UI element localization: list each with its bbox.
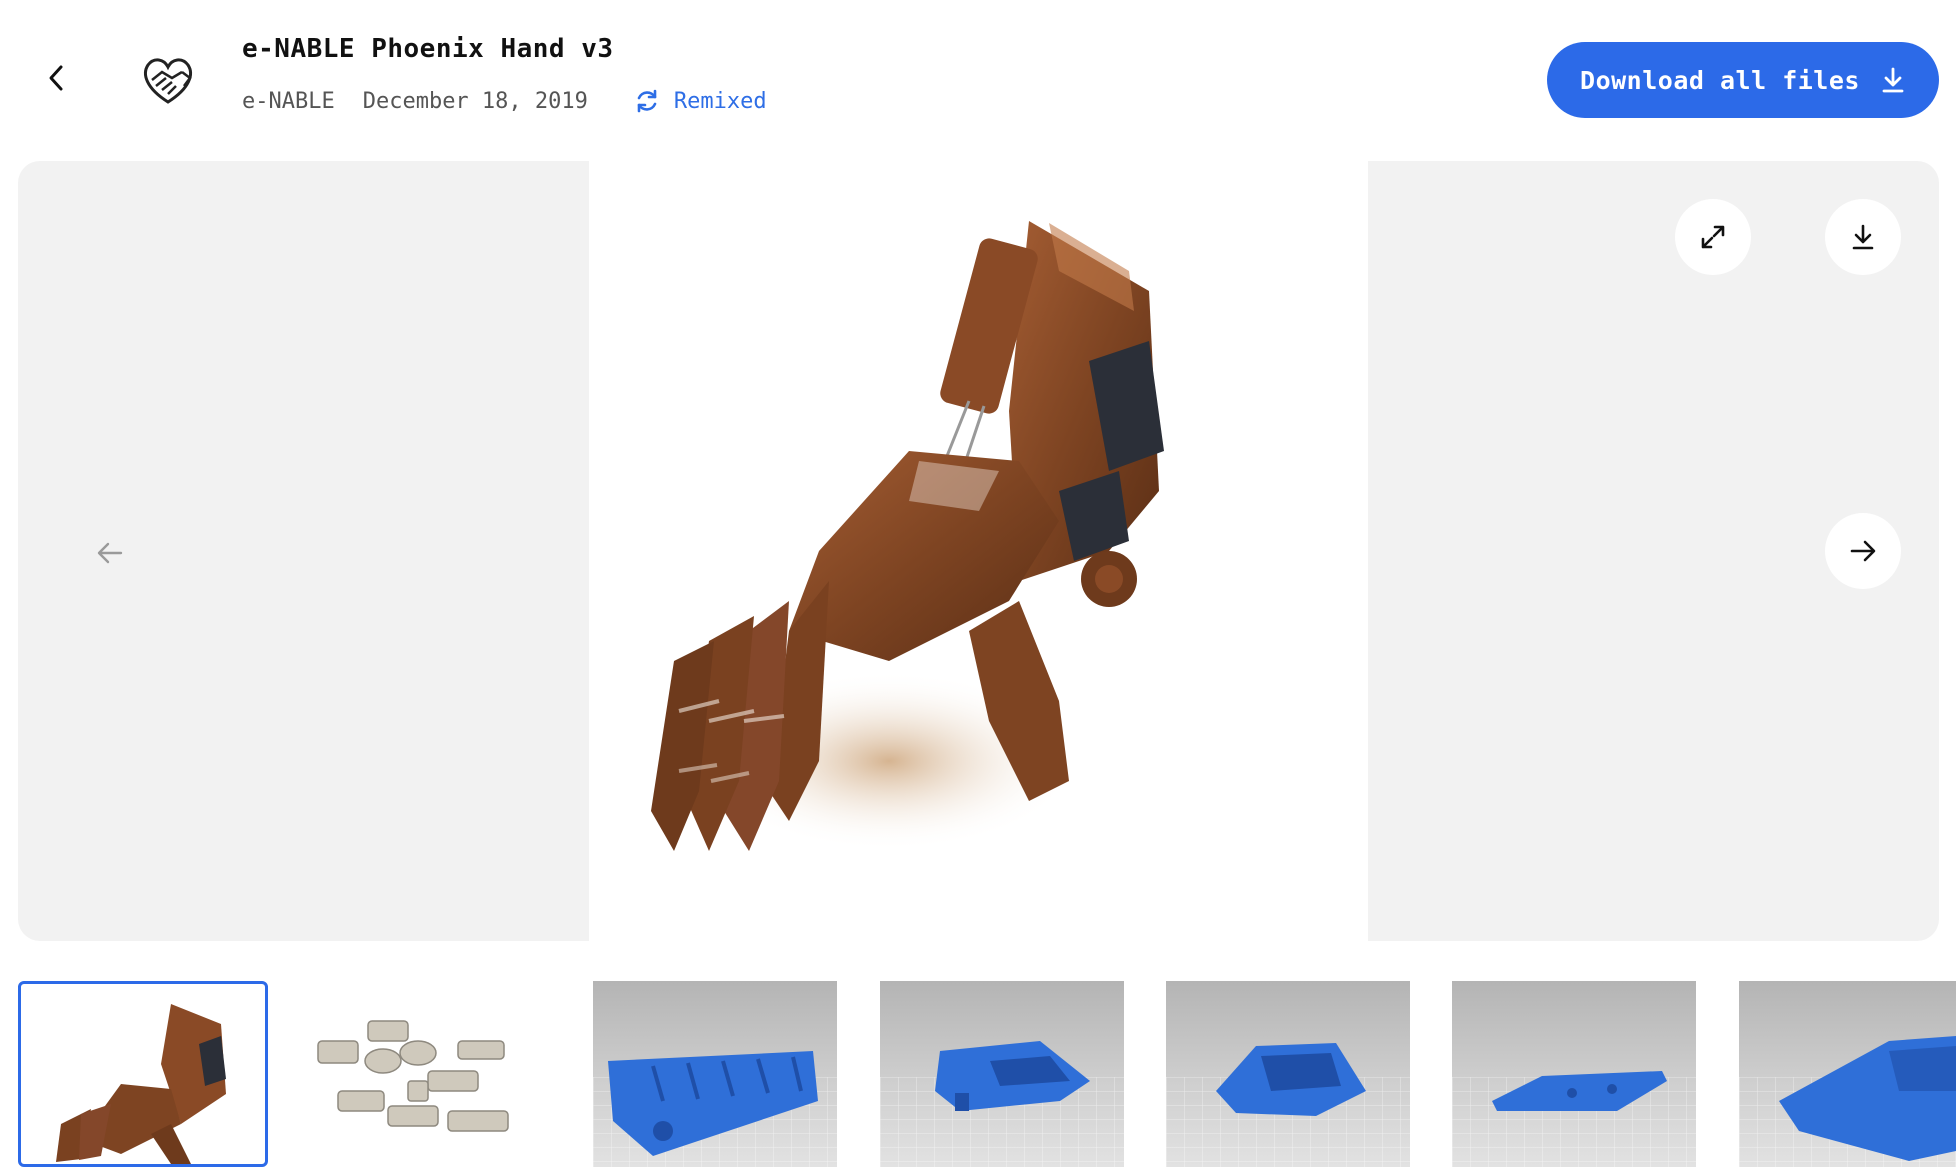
- thumbnail-1[interactable]: [18, 981, 268, 1167]
- gauntlet-part-thumbnail: [1779, 1036, 1956, 1161]
- arrow-right-icon: [1850, 540, 1876, 562]
- image-viewer: [18, 161, 1939, 941]
- thing-meta: e-NABLE December 18, 2019 Remixed: [242, 88, 767, 114]
- fullscreen-button[interactable]: [1675, 199, 1751, 275]
- hardware-parts-thumbnail: [317, 1020, 509, 1132]
- refresh-icon: [637, 89, 657, 113]
- prosthetic-hand-thumbnail: [56, 1004, 226, 1164]
- thumbnail-3[interactable]: [593, 981, 837, 1167]
- heart-hands-logo: [144, 58, 192, 104]
- previous-image-button[interactable]: [78, 521, 142, 585]
- finger-parts-thumbnail: [608, 1051, 818, 1156]
- palm-part-thumbnail: [935, 1041, 1090, 1111]
- download-icon: [1852, 224, 1874, 250]
- main-image[interactable]: [589, 161, 1368, 941]
- download-icon: [1882, 67, 1904, 93]
- prosthetic-hand-image: [651, 221, 1164, 851]
- palm-part-angled-thumbnail: [1216, 1043, 1366, 1116]
- next-image-button[interactable]: [1825, 513, 1901, 589]
- author-link[interactable]: e-NABLE: [242, 89, 335, 114]
- page-header: e-NABLE Phoenix Hand v3 e-NABLE December…: [0, 0, 1956, 150]
- download-all-label: Download all files: [1580, 65, 1860, 95]
- download-image-button[interactable]: [1825, 199, 1901, 275]
- publish-date: December 18, 2019: [362, 88, 588, 114]
- remix-link[interactable]: Remixed: [634, 88, 767, 114]
- flat-plate-thumbnail: [1492, 1071, 1667, 1111]
- thumbnail-4[interactable]: [880, 981, 1124, 1167]
- thumbnail-2[interactable]: [298, 981, 542, 1167]
- download-all-button[interactable]: Download all files: [1547, 42, 1939, 118]
- creator-logo[interactable]: [138, 52, 198, 108]
- expand-icon: [1701, 225, 1725, 249]
- arrow-left-icon: [97, 542, 123, 564]
- thumbnail-5[interactable]: [1166, 981, 1410, 1167]
- page-title: e-NABLE Phoenix Hand v3: [242, 34, 614, 64]
- chevron-left-icon: [49, 65, 63, 91]
- thumbnail-6[interactable]: [1452, 981, 1696, 1167]
- back-button[interactable]: [38, 60, 74, 96]
- thumbnail-7[interactable]: [1739, 981, 1956, 1167]
- remix-label: Remixed: [673, 88, 767, 114]
- thumbnail-strip: [0, 978, 1956, 1170]
